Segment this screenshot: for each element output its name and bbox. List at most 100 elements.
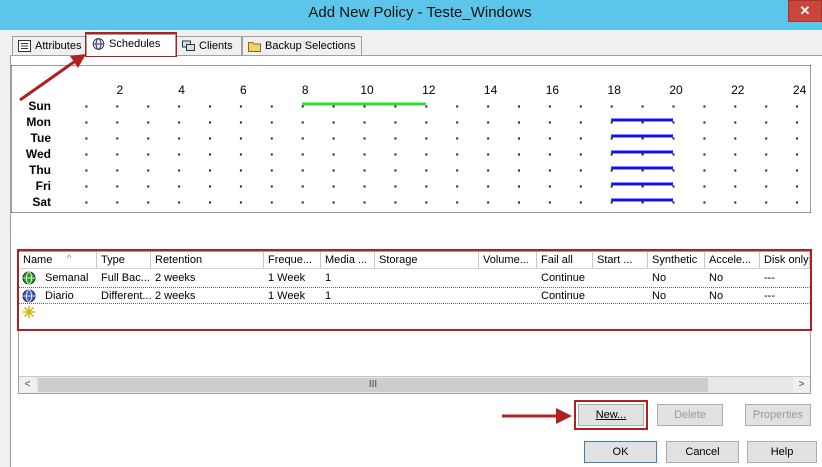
grid-dot [116,121,119,124]
grid-dot [765,185,768,188]
day-label: Fri [36,179,51,193]
grid-dot [209,121,211,124]
grid-dot [239,201,242,204]
grid-dot [487,137,490,140]
tab-clients[interactable]: Clients [176,36,242,56]
grid-dot [178,137,181,140]
grid-dot [147,169,150,172]
grid-dot [765,201,768,204]
grid-dot [116,201,119,204]
column-header[interactable]: Fail all [537,252,593,269]
horizontal-scrollbar[interactable]: < III > [19,376,810,393]
scroll-thumb[interactable]: III [38,378,708,392]
grid-dot [487,105,490,108]
grid-dot [456,153,459,156]
grid-dot [301,201,304,204]
tab-schedules[interactable]: Schedules [86,34,176,56]
table-cell: No [709,272,724,284]
grid-dot [178,153,181,156]
ok-button-label: OK [612,446,629,458]
table-cell [375,270,479,287]
grid-dot [85,137,88,140]
column-header[interactable]: Media ... [321,252,375,269]
hour-tick-label: 24 [793,83,807,97]
properties-button[interactable]: Properties [745,404,811,426]
tab-label: Attributes [35,40,82,52]
grid-dot [363,185,366,188]
grid-dot [487,201,490,204]
cancel-button[interactable]: Cancel [666,441,739,463]
grid-dot [518,201,520,204]
column-header[interactable]: Type [97,252,151,269]
grid-dot [178,201,181,204]
grid-dot [116,185,119,188]
grid-dot [703,137,706,140]
tab-backup-selections[interactable]: Backup Selections [242,36,362,56]
column-header[interactable]: Freque... [264,252,321,269]
column-header[interactable]: Accele... [705,252,760,269]
grid-dot [672,137,675,140]
grid-dot [641,137,644,140]
grid-dot [301,105,304,108]
hour-tick-label: 22 [731,83,745,97]
grid-dot [487,121,490,124]
column-header[interactable]: Start ... [593,252,648,269]
grid-dot [734,121,737,124]
column-header-label: Storage [379,254,418,266]
column-header[interactable]: Volume... [479,252,537,269]
column-header-label: Retention [155,254,203,266]
column-header[interactable]: Storage [375,252,479,269]
grid-dot [394,185,397,188]
grid-dot [765,153,768,156]
new-row[interactable] [19,304,810,321]
arrow-to-new-icon [502,408,572,424]
table-cell: Full Bac... [101,272,150,284]
grid-dot [610,121,613,124]
grid-dot [425,105,428,108]
green-globe-icon [22,271,36,285]
grid-dot [178,185,181,188]
table-row[interactable]: Semanal Full Bac... 2 weeks 1 Week 1 Continue… [19,270,810,287]
grid-dot [147,185,150,188]
grid-dot [641,169,644,172]
scroll-right-button[interactable]: > [793,377,810,393]
column-header[interactable]: Disk only [760,252,810,269]
table-cell: 1 [325,272,332,284]
help-button-label: Help [770,446,794,458]
hour-tick-label: 8 [302,83,309,97]
grid-dot [641,105,644,108]
grid-dot [734,137,737,140]
new-button[interactable]: New... [578,404,644,426]
grid-dot [734,185,737,188]
tab-label: Backup Selections [265,40,356,52]
table-cell: Continue [541,290,586,302]
column-header[interactable]: Name ^ [19,252,97,269]
grid-dot [796,169,799,172]
day-label: Wed [26,147,51,161]
grid-dot [239,121,242,124]
column-header-label: Fail all [541,254,573,266]
grid-dot [518,121,520,124]
column-header-label: Name [23,254,53,266]
column-header-label: Type [101,254,125,266]
grid-dot [734,105,737,108]
grid-dot [239,153,242,156]
column-header[interactable]: Retention [151,252,264,269]
grid-dot [734,169,737,172]
help-button[interactable]: Help [747,441,817,463]
grid-dot [703,169,706,172]
sort-indicator-icon: ^ [67,253,72,263]
grid-dot [765,121,768,124]
column-header[interactable]: Synthetic [648,252,705,269]
hour-tick-label: 18 [608,83,622,97]
close-button[interactable]: ✕ [788,0,822,22]
grid-dot [301,137,304,140]
grid-dot [487,153,490,156]
grid-dot [796,137,799,140]
ok-button[interactable]: OK [584,441,657,463]
grid-dot [765,169,768,172]
table-row[interactable]: Diario Different... 2 weeks 1 Week 1 Continue… [19,287,810,304]
scroll-left-button[interactable]: < [19,377,36,393]
delete-button[interactable]: Delete [657,404,723,426]
grid-dot [85,121,88,124]
